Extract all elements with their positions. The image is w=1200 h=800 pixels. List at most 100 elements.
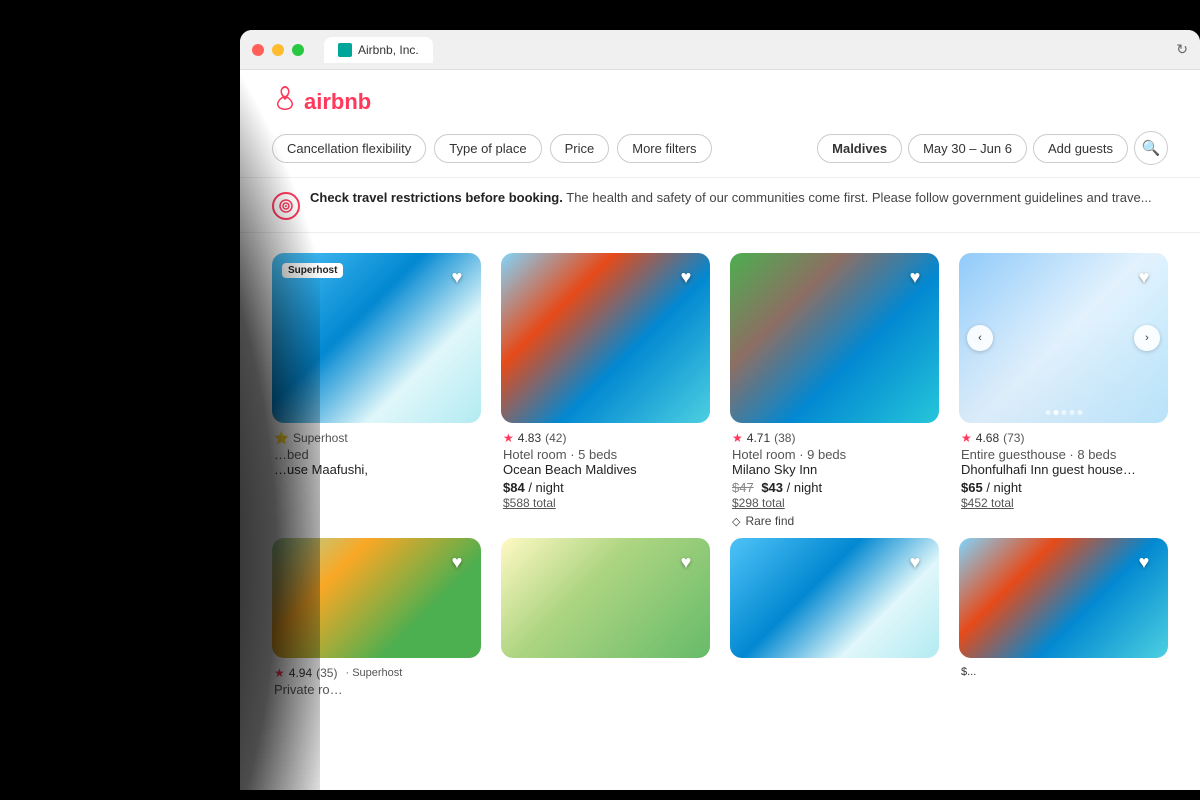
close-dot[interactable] [252, 44, 264, 56]
search-button[interactable]: 🔍 [1134, 131, 1168, 165]
wishlist-btn-1[interactable]: ♥ [443, 263, 471, 291]
listing-image-4: ♥ ‹ › [959, 253, 1168, 423]
listing-total-2: $588 total [503, 496, 708, 510]
rating-3: 4.71 [747, 431, 770, 445]
listing-card-7[interactable]: ♥ [730, 538, 939, 697]
warning-text: Check travel restrictions before booking… [310, 190, 1152, 205]
site-header: airbnb Cancellation flexibility Type of … [240, 70, 1200, 178]
dot-4 [1069, 410, 1074, 415]
listing-card-3[interactable]: ♥ ★ 4.71 (38) Hotel room · 9 beds Milano… [730, 253, 939, 528]
star-icon-2: ★ [503, 431, 514, 445]
airbnb-logo-icon [272, 84, 298, 119]
minimize-dot[interactable] [272, 44, 284, 56]
wishlist-btn-6[interactable]: ♥ [672, 548, 700, 576]
next-image-4[interactable]: › [1134, 325, 1160, 351]
dot-3 [1061, 410, 1066, 415]
filter-type-of-place[interactable]: Type of place [434, 134, 541, 163]
rating-4: 4.68 [976, 431, 999, 445]
logo-row: airbnb [272, 84, 1168, 119]
search-guests[interactable]: Add guests [1033, 134, 1128, 163]
listing-card-1[interactable]: Superhost ♥ ⭐ Superhost …bed …use Maafus… [272, 253, 481, 528]
browser-tab[interactable]: Airbnb, Inc. [324, 37, 433, 63]
review-count-4: (73) [1003, 431, 1024, 445]
listing-meta-1: ⭐ Superhost [274, 431, 479, 445]
rating-icon-1: ⭐ [274, 431, 289, 445]
listing-name-2: Ocean Beach Maldives [503, 462, 708, 477]
price-amount-3: $43 [761, 480, 783, 495]
listing-name-1: …use Maafushi, [274, 462, 479, 477]
review-count-3: (38) [774, 431, 795, 445]
listing-image-6: ♥ [501, 538, 710, 658]
wishlist-btn-7[interactable]: ♥ [901, 548, 929, 576]
listing-name-3: Milano Sky Inn [732, 462, 937, 477]
listing-image-3: ♥ [730, 253, 939, 423]
browser-chrome: Airbnb, Inc. ↻ [240, 30, 1200, 70]
listings-grid: Superhost ♥ ⭐ Superhost …bed …use Maafus… [240, 233, 1200, 548]
rating-2: 4.83 [518, 431, 541, 445]
listing-meta-5: ★ 4.94 (35) · Superhost [274, 666, 479, 680]
warning-body: The health and safety of our communities… [566, 190, 1151, 205]
listing-info-5: ★ 4.94 (35) · Superhost Private ro… [272, 658, 481, 697]
dot-2 [1053, 410, 1058, 415]
prev-image-4[interactable]: ‹ [967, 325, 993, 351]
wishlist-btn-2[interactable]: ♥ [672, 263, 700, 291]
listing-price-4: $65 / night [961, 480, 1166, 495]
per-night-2: / night [528, 480, 563, 495]
listing-total-4: $452 total [961, 496, 1166, 510]
price-amount-2: $84 [503, 480, 525, 495]
superhost-tag-1: Superhost [282, 263, 343, 278]
partial-price-8: $... [961, 666, 1166, 678]
airbnb-wordmark: airbnb [304, 89, 371, 115]
filter-more[interactable]: More filters [617, 134, 711, 163]
listing-card-6[interactable]: ♥ [501, 538, 710, 697]
search-location[interactable]: Maldives [817, 134, 902, 163]
listing-image-7: ♥ [730, 538, 939, 658]
review-count-5: (35) [316, 666, 337, 680]
listing-info-1: ⭐ Superhost …bed …use Maafushi, [272, 423, 481, 477]
listing-image-5: ♥ [272, 538, 481, 658]
listing-card-2[interactable]: ♥ ★ 4.83 (42) Hotel room · 5 beds Ocean … [501, 253, 710, 528]
price-amount-4: $65 [961, 480, 983, 495]
search-dates[interactable]: May 30 – Jun 6 [908, 134, 1027, 163]
reload-icon[interactable]: ↻ [1176, 41, 1188, 58]
listing-bed-type-2: Hotel room · 5 beds [503, 447, 708, 462]
search-group: Maldives May 30 – Jun 6 Add guests 🔍 [817, 131, 1168, 165]
listing-price-2: $84 / night [503, 480, 708, 495]
rare-find-3: ◇ Rare find [732, 514, 937, 528]
review-count-2: (42) [545, 431, 566, 445]
listing-info-2: ★ 4.83 (42) Hotel room · 5 beds Ocean Be… [501, 423, 710, 510]
listing-bed-type-1: …bed [274, 447, 479, 462]
star-icon-4: ★ [961, 431, 972, 445]
listing-total-3: $298 total [732, 496, 937, 510]
listing-image-8: ♥ [959, 538, 1168, 658]
wishlist-btn-8[interactable]: ♥ [1130, 548, 1158, 576]
filter-cancellation[interactable]: Cancellation flexibility [272, 134, 426, 163]
browser-window: Airbnb, Inc. ↻ airbnb Cancell [240, 30, 1200, 790]
wishlist-btn-4[interactable]: ♥ [1130, 263, 1158, 291]
listing-bed-type-5: Private ro… [274, 682, 479, 697]
listing-meta-4: ★ 4.68 (73) [961, 431, 1166, 445]
listing-card-8[interactable]: ♥ $... [959, 538, 1168, 697]
listings-grid-row2: ♥ ★ 4.94 (35) · Superhost Private ro… ♥ [240, 538, 1200, 717]
airbnb-logo[interactable]: airbnb [272, 84, 371, 119]
dot-1 [1045, 410, 1050, 415]
wishlist-btn-3[interactable]: ♥ [901, 263, 929, 291]
tab-favicon [338, 43, 352, 57]
diamond-icon-3: ◇ [732, 515, 740, 528]
maximize-dot[interactable] [292, 44, 304, 56]
dot-5 [1077, 410, 1082, 415]
listing-info-4: ★ 4.68 (73) Entire guesthouse · 8 beds D… [959, 423, 1168, 510]
per-night-4: / night [986, 480, 1021, 495]
warning-bold: Check travel restrictions before booking… [310, 190, 563, 205]
main-content: airbnb Cancellation flexibility Type of … [240, 70, 1200, 790]
listing-image-2: ♥ [501, 253, 710, 423]
listing-info-8: $... [959, 658, 1168, 678]
listing-card-5[interactable]: ♥ ★ 4.94 (35) · Superhost Private ro… [272, 538, 481, 697]
listing-card-4[interactable]: ♥ ‹ › ★ 4.68 [959, 253, 1168, 528]
superhost-5: · Superhost [345, 667, 402, 679]
wishlist-btn-5[interactable]: ♥ [443, 548, 471, 576]
filter-price[interactable]: Price [550, 134, 610, 163]
warning-icon [272, 192, 300, 220]
listing-bed-type-3: Hotel room · 9 beds [732, 447, 937, 462]
star-icon-5: ★ [274, 666, 285, 680]
